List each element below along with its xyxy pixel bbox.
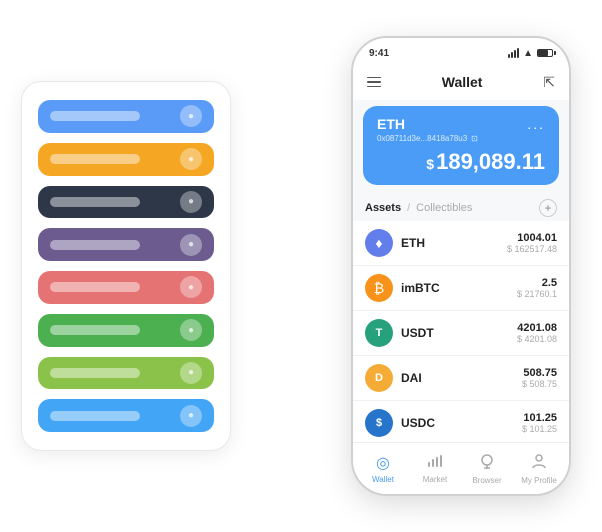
table-row[interactable]: ₿ imBTC 2.5 $ 21760.1 <box>353 266 569 311</box>
list-item[interactable]: ● <box>38 357 214 390</box>
card-label <box>50 240 140 250</box>
tab-separator: / <box>407 202 410 214</box>
asset-secondary-amount: $ 508.75 <box>522 379 557 389</box>
asset-amounts: 4201.08 $ 4201.08 <box>517 322 557 344</box>
asset-primary-amount: 2.5 <box>517 277 557 289</box>
hamburger-icon[interactable] <box>367 77 381 88</box>
status-icons: ▲ <box>508 48 553 59</box>
assets-tabs: Assets / Collectibles <box>365 202 472 214</box>
list-item[interactable]: ● <box>38 100 214 133</box>
usdt-asset-icon: T <box>365 319 393 347</box>
usdc-asset-icon: $ <box>365 409 393 437</box>
eth-card-menu-icon[interactable]: ... <box>527 116 545 132</box>
battery-icon <box>537 49 553 57</box>
table-row[interactable]: $ USDC 101.25 $ 101.25 <box>353 401 569 442</box>
eth-asset-icon: ♦ <box>365 229 393 257</box>
asset-name: USDC <box>401 416 522 430</box>
eth-card-header: ETH ... <box>377 116 545 132</box>
card-label <box>50 325 140 335</box>
list-item[interactable]: ● <box>38 314 214 347</box>
nav-wallet[interactable]: ◎ Wallet <box>357 453 409 484</box>
eth-hero-card[interactable]: ETH ... 0x08711d3e...8418a78u3 ⊡ $189,08… <box>363 106 559 185</box>
card-icon: ● <box>180 405 202 427</box>
table-row[interactable]: T USDT 4201.08 $ 4201.08 <box>353 311 569 356</box>
signal-icon <box>508 48 519 58</box>
list-item[interactable]: ● <box>38 399 214 432</box>
wallet-card-panel: ● ● ● ● ● ● ● ● <box>21 81 231 451</box>
asset-name: ETH <box>401 236 507 250</box>
eth-coin-name: ETH <box>377 116 405 132</box>
card-label <box>50 111 140 121</box>
clock: 9:41 <box>369 48 389 59</box>
asset-primary-amount: 1004.01 <box>507 232 557 244</box>
list-item[interactable]: ● <box>38 186 214 219</box>
card-icon: ● <box>180 148 202 170</box>
phone-nav-bar: Wallet ⇱ <box>353 64 569 100</box>
wifi-icon: ▲ <box>523 48 533 59</box>
list-item[interactable]: ● <box>38 271 214 304</box>
add-asset-button[interactable]: + <box>539 199 557 217</box>
expand-icon[interactable]: ⇱ <box>543 74 555 91</box>
dai-asset-icon: D <box>365 364 393 392</box>
tab-assets[interactable]: Assets <box>365 202 401 214</box>
phone-content: ETH ... 0x08711d3e...8418a78u3 ⊡ $189,08… <box>353 100 569 442</box>
card-icon: ● <box>180 362 202 384</box>
asset-secondary-amount: $ 162517.48 <box>507 244 557 254</box>
asset-primary-amount: 4201.08 <box>517 322 557 334</box>
browser-nav-label: Browser <box>472 476 501 485</box>
card-label <box>50 411 140 421</box>
card-icon: ● <box>180 319 202 341</box>
phone-mockup: 9:41 ▲ Wallet ⇱ ETH <box>351 36 571 496</box>
wallet-nav-icon: ◎ <box>376 453 390 473</box>
assets-header: Assets / Collectibles + <box>353 193 569 221</box>
table-row[interactable]: D DAI 508.75 $ 508.75 <box>353 356 569 401</box>
imbtc-asset-icon: ₿ <box>365 274 393 302</box>
tab-collectibles[interactable]: Collectibles <box>416 202 472 214</box>
wallet-nav-label: Wallet <box>372 475 394 484</box>
card-icon: ● <box>180 234 202 256</box>
asset-name: USDT <box>401 326 517 340</box>
eth-balance: $189,089.11 <box>377 149 545 175</box>
card-icon: ● <box>180 105 202 127</box>
asset-amounts: 1004.01 $ 162517.48 <box>507 232 557 254</box>
nav-market[interactable]: Market <box>409 454 461 484</box>
bottom-nav: ◎ Wallet Market <box>353 442 569 494</box>
browser-nav-icon <box>479 453 495 474</box>
eth-address: 0x08711d3e...8418a78u3 ⊡ <box>377 134 545 143</box>
page-title: Wallet <box>442 74 483 90</box>
asset-amounts: 508.75 $ 508.75 <box>522 367 557 389</box>
asset-secondary-amount: $ 4201.08 <box>517 334 557 344</box>
asset-secondary-amount: $ 21760.1 <box>517 289 557 299</box>
asset-amounts: 101.25 $ 101.25 <box>522 412 557 434</box>
card-icon: ● <box>180 191 202 213</box>
asset-name: imBTC <box>401 281 517 295</box>
nav-browser[interactable]: Browser <box>461 453 513 485</box>
copy-icon[interactable]: ⊡ <box>471 134 478 143</box>
card-label <box>50 197 140 207</box>
scene: ● ● ● ● ● ● ● ● <box>11 11 591 521</box>
asset-list: ♦ ETH 1004.01 $ 162517.48 ₿ imBTC 2.5 $ … <box>353 221 569 442</box>
table-row[interactable]: ♦ ETH 1004.01 $ 162517.48 <box>353 221 569 266</box>
card-label <box>50 282 140 292</box>
asset-amounts: 2.5 $ 21760.1 <box>517 277 557 299</box>
market-nav-icon <box>427 454 443 473</box>
profile-nav-label: My Profile <box>521 476 557 485</box>
asset-primary-amount: 101.25 <box>522 412 557 424</box>
list-item[interactable]: ● <box>38 228 214 261</box>
card-label <box>50 154 140 164</box>
market-nav-label: Market <box>423 475 447 484</box>
profile-nav-icon <box>531 453 547 474</box>
asset-secondary-amount: $ 101.25 <box>522 424 557 434</box>
card-label <box>50 368 140 378</box>
status-bar: 9:41 ▲ <box>353 38 569 64</box>
asset-primary-amount: 508.75 <box>522 367 557 379</box>
asset-name: DAI <box>401 371 522 385</box>
nav-profile[interactable]: My Profile <box>513 453 565 485</box>
list-item[interactable]: ● <box>38 143 214 176</box>
card-icon: ● <box>180 276 202 298</box>
